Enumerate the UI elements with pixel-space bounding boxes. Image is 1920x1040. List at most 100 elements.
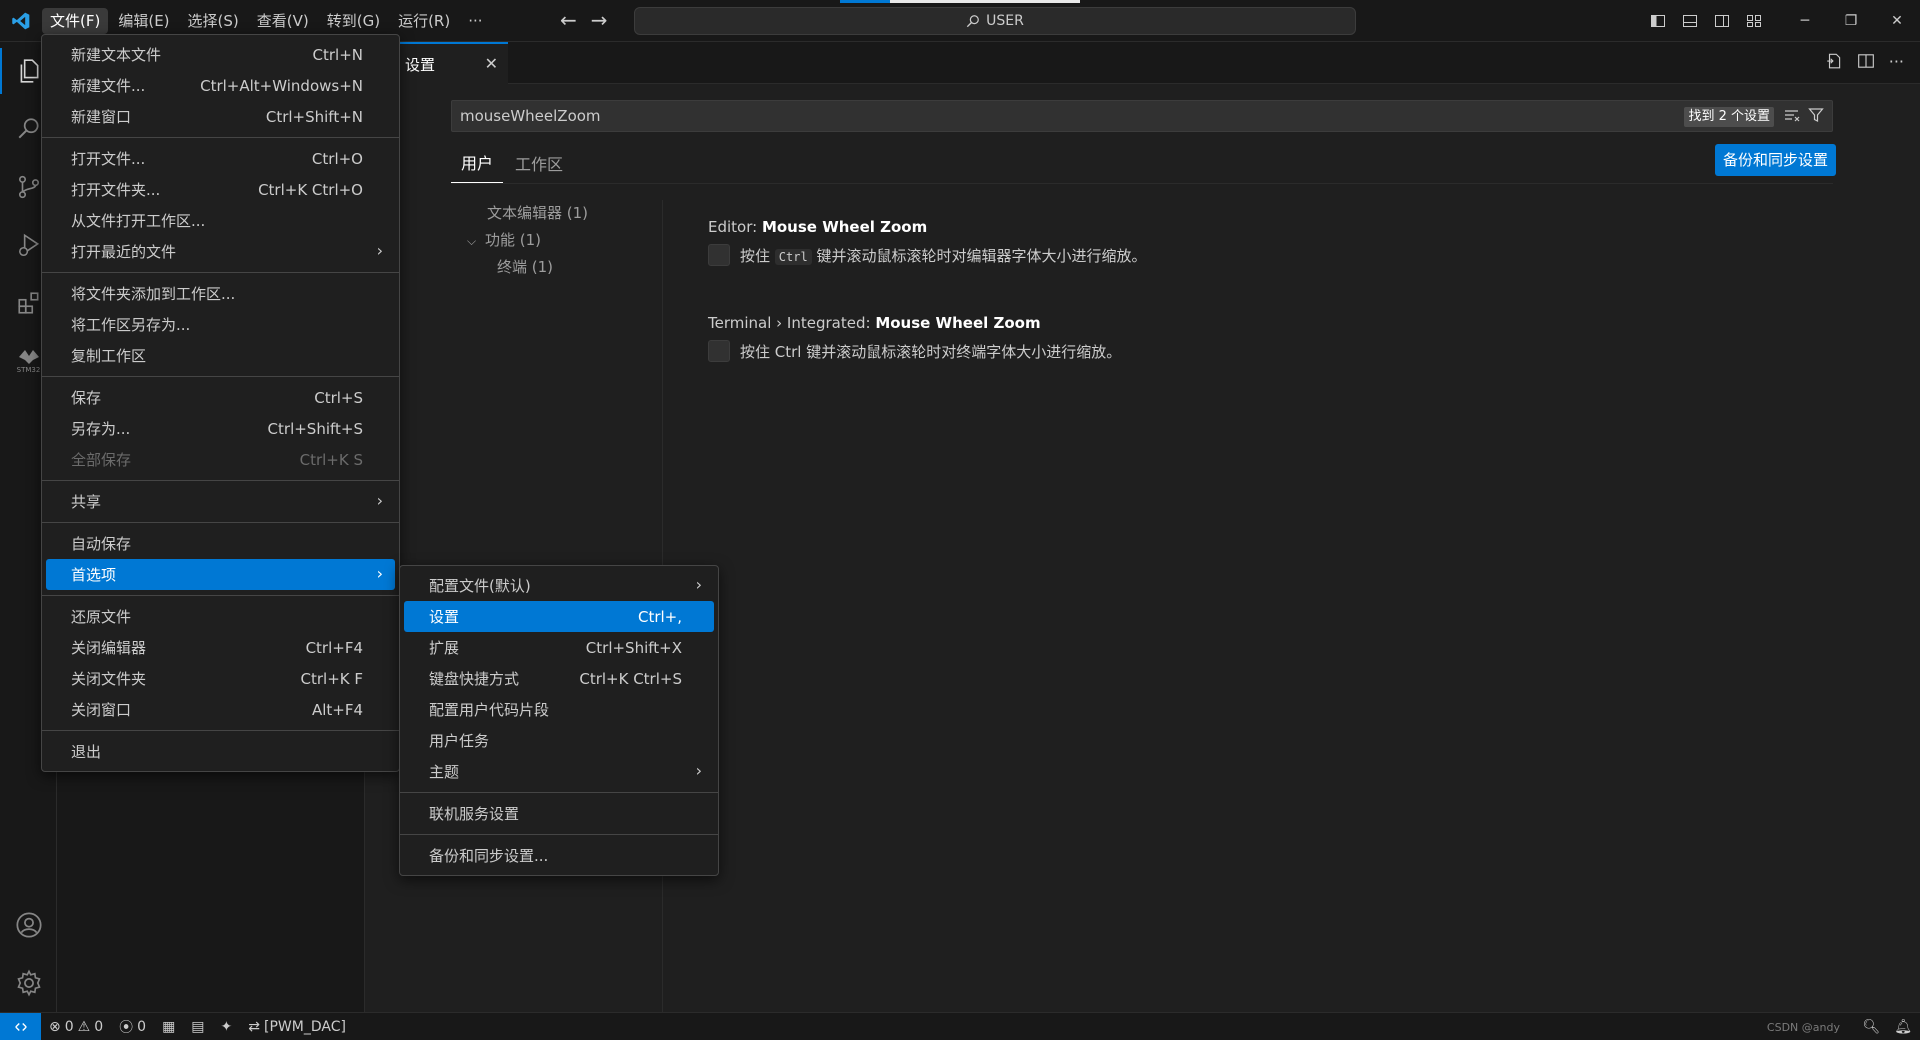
- forward-arrow-icon[interactable]: →: [591, 8, 608, 32]
- settings-toc: 文本编辑器 (1) ⌵ 功能 (1) 终端 (1): [451, 200, 671, 281]
- ports-indicator[interactable]: ⦿ 0: [111, 1017, 154, 1037]
- file-menu-item[interactable]: 复制工作区: [46, 340, 395, 371]
- filter-icon[interactable]: [1808, 107, 1824, 127]
- toggle-secondary-sidebar-icon[interactable]: [1706, 0, 1738, 42]
- menu-file[interactable]: 文件(F): [42, 7, 109, 34]
- editor-tab-bar: 设置 ✕ ···: [365, 42, 1920, 84]
- preferences-menu-item[interactable]: 设置 Ctrl+,: [404, 601, 714, 632]
- file-menu-item[interactable]: 还原文件: [46, 601, 395, 632]
- file-menu-item[interactable]: 打开文件... Ctrl+O: [46, 143, 395, 174]
- file-menu-item-shortcut: Ctrl+F4: [305, 638, 363, 657]
- file-menu-item-label: 打开文件...: [71, 150, 146, 168]
- close-icon[interactable]: ✕: [485, 54, 498, 73]
- menu-run[interactable]: 运行(R): [390, 8, 458, 34]
- file-menu-item[interactable]: 退出: [46, 736, 395, 767]
- build-icon[interactable]: ▦: [154, 1019, 183, 1035]
- customize-layout-icon[interactable]: [1738, 0, 1770, 42]
- zoom-icon[interactable]: 🔍︎: [1862, 1019, 1880, 1035]
- toggle-panel-icon[interactable]: [1674, 0, 1706, 42]
- setting-category: Terminal › Integrated:: [708, 314, 876, 332]
- preferences-menu-item[interactable]: 扩展 Ctrl+Shift+X: [404, 632, 714, 663]
- tab-workspace[interactable]: 工作区: [505, 151, 573, 183]
- file-menu-item-label: 首选项: [71, 566, 117, 584]
- command-center-highlight: [890, 0, 1080, 3]
- clear-filter-icon[interactable]: [1784, 107, 1800, 127]
- menu-selection[interactable]: 选择(S): [180, 8, 247, 34]
- file-menu-item-label: 关闭编辑器: [71, 639, 147, 657]
- toggle-primary-sidebar-icon[interactable]: [1642, 0, 1674, 42]
- file-menu-item[interactable]: 关闭编辑器 Ctrl+F4: [46, 632, 395, 663]
- back-arrow-icon[interactable]: ←: [560, 8, 577, 32]
- file-menu-item[interactable]: 新建窗口 Ctrl+Shift+N: [46, 101, 395, 132]
- preferences-menu-item[interactable]: 用户任务: [404, 725, 714, 756]
- remote-indicator[interactable]: [0, 1012, 41, 1040]
- file-menu: 新建文本文件 Ctrl+N 新建文件... Ctrl+Alt+Windows+N 新建窗…: [41, 34, 400, 772]
- file-menu-item-label: 共享: [71, 493, 102, 511]
- more-actions-icon[interactable]: ···: [1889, 52, 1904, 74]
- file-menu-item[interactable]: 关闭窗口 Alt+F4: [46, 694, 395, 725]
- file-menu-item-label: 全部保存: [71, 451, 132, 469]
- menu-separator: [400, 792, 718, 793]
- ports-count: 0: [137, 1018, 147, 1035]
- accounts-icon[interactable]: [0, 896, 57, 954]
- vscode-logo-icon: [0, 0, 42, 42]
- status-bar-right: 🔍︎ 🔔︎: [1862, 1013, 1912, 1040]
- preferences-menu-item[interactable]: 键盘快捷方式 Ctrl+K Ctrl+S: [404, 663, 714, 694]
- preferences-menu-item[interactable]: 配置文件(默认) ›: [404, 570, 714, 601]
- menu-go[interactable]: 转到(G): [319, 8, 388, 34]
- preferences-menu-item[interactable]: 主题 ›: [404, 756, 714, 787]
- toc-item-features[interactable]: ⌵ 功能 (1): [451, 227, 671, 254]
- menu-more[interactable]: ···: [460, 8, 490, 34]
- close-window-button[interactable]: ✕: [1874, 0, 1920, 42]
- file-menu-item[interactable]: 共享 ›: [46, 486, 395, 517]
- notifications-bell-icon[interactable]: 🔔︎: [1894, 1019, 1912, 1035]
- file-menu-item[interactable]: 将文件夹添加到工作区...: [46, 278, 395, 309]
- manage-gear-icon[interactable]: [0, 954, 57, 1012]
- file-menu-item[interactable]: 关闭文件夹 Ctrl+K F: [46, 663, 395, 694]
- setting-description: 按住 Ctrl 键并滚动鼠标滚轮时对终端字体大小进行缩放。: [740, 342, 1122, 361]
- mouse-wheel-zoom-checkbox[interactable]: [708, 244, 730, 266]
- preferences-menu-item[interactable]: 配置用户代码片段: [404, 694, 714, 725]
- preferences-menu-item[interactable]: 联机服务设置: [404, 798, 714, 829]
- file-menu-item[interactable]: 自动保存: [46, 528, 395, 559]
- restore-button[interactable]: ❐: [1828, 0, 1874, 42]
- file-menu-item[interactable]: 保存 Ctrl+S: [46, 382, 395, 413]
- menu-separator: [42, 480, 399, 481]
- toc-item-terminal[interactable]: 终端 (1): [451, 254, 671, 281]
- preferences-menu-item-label: 键盘快捷方式: [429, 670, 520, 688]
- status-bar: ⊗ 0 ⚠ 0 ⦿ 0 ▦ ▤ ✦ ⇄ [PWM_DAC] CSDN @andy 🔍︎ …: [0, 1012, 1920, 1040]
- backup-sync-button[interactable]: 备份和同步设置: [1714, 144, 1836, 176]
- error-icon: ⊗: [49, 1018, 61, 1035]
- minimize-button[interactable]: ─: [1782, 0, 1828, 42]
- menu-view[interactable]: 查看(V): [249, 8, 317, 34]
- menu-separator: [42, 730, 399, 731]
- settings-search-input[interactable]: mouseWheelZoom 找到 2 个设置: [451, 100, 1833, 132]
- menu-edit[interactable]: 编辑(E): [110, 8, 177, 34]
- debug-icon[interactable]: ✦: [213, 1019, 241, 1035]
- toc-item-text-editor[interactable]: 文本编辑器 (1): [451, 200, 671, 227]
- split-editor-icon[interactable]: [1857, 52, 1875, 74]
- file-menu-item[interactable]: 新建文本文件 Ctrl+N: [46, 39, 395, 70]
- file-menu-item[interactable]: 新建文件... Ctrl+Alt+Windows+N: [46, 70, 395, 101]
- preferences-submenu: 配置文件(默认) › 设置 Ctrl+, 扩展 Ctrl+Shift+X 键盘快捷方式 Ctr…: [399, 565, 719, 876]
- problems-indicator[interactable]: ⊗ 0 ⚠ 0: [41, 1019, 111, 1035]
- tab-user[interactable]: 用户: [451, 150, 504, 183]
- branch-indicator[interactable]: ⇄ [PWM_DAC]: [240, 1019, 354, 1035]
- settings-scope-tabs: 用户 工作区: [451, 144, 1833, 184]
- preferences-menu-item-label: 扩展: [429, 639, 460, 657]
- command-center[interactable]: USER: [634, 7, 1356, 35]
- file-menu-item[interactable]: 打开最近的文件 ›: [46, 236, 395, 267]
- file-menu-item[interactable]: 从文件打开工作区...: [46, 205, 395, 236]
- file-menu-item[interactable]: 另存为... Ctrl+Shift+S: [46, 413, 395, 444]
- preferences-menu-item[interactable]: 备份和同步设置...: [404, 840, 714, 871]
- broadcast-icon: ⦿: [119, 1019, 134, 1036]
- menu-separator: [42, 522, 399, 523]
- file-menu-item[interactable]: 打开文件夹... Ctrl+K Ctrl+O: [46, 174, 395, 205]
- flash-icon[interactable]: ▤: [183, 1019, 212, 1035]
- file-menu-item-shortcut: Ctrl+K F: [300, 669, 364, 688]
- open-settings-json-icon[interactable]: [1825, 52, 1843, 74]
- terminal-mouse-wheel-zoom-checkbox[interactable]: [708, 340, 730, 362]
- preferences-menu-item-label: 配置文件(默认): [429, 577, 531, 595]
- file-menu-item[interactable]: 首选项 ›: [46, 559, 395, 590]
- file-menu-item[interactable]: 将工作区另存为...: [46, 309, 395, 340]
